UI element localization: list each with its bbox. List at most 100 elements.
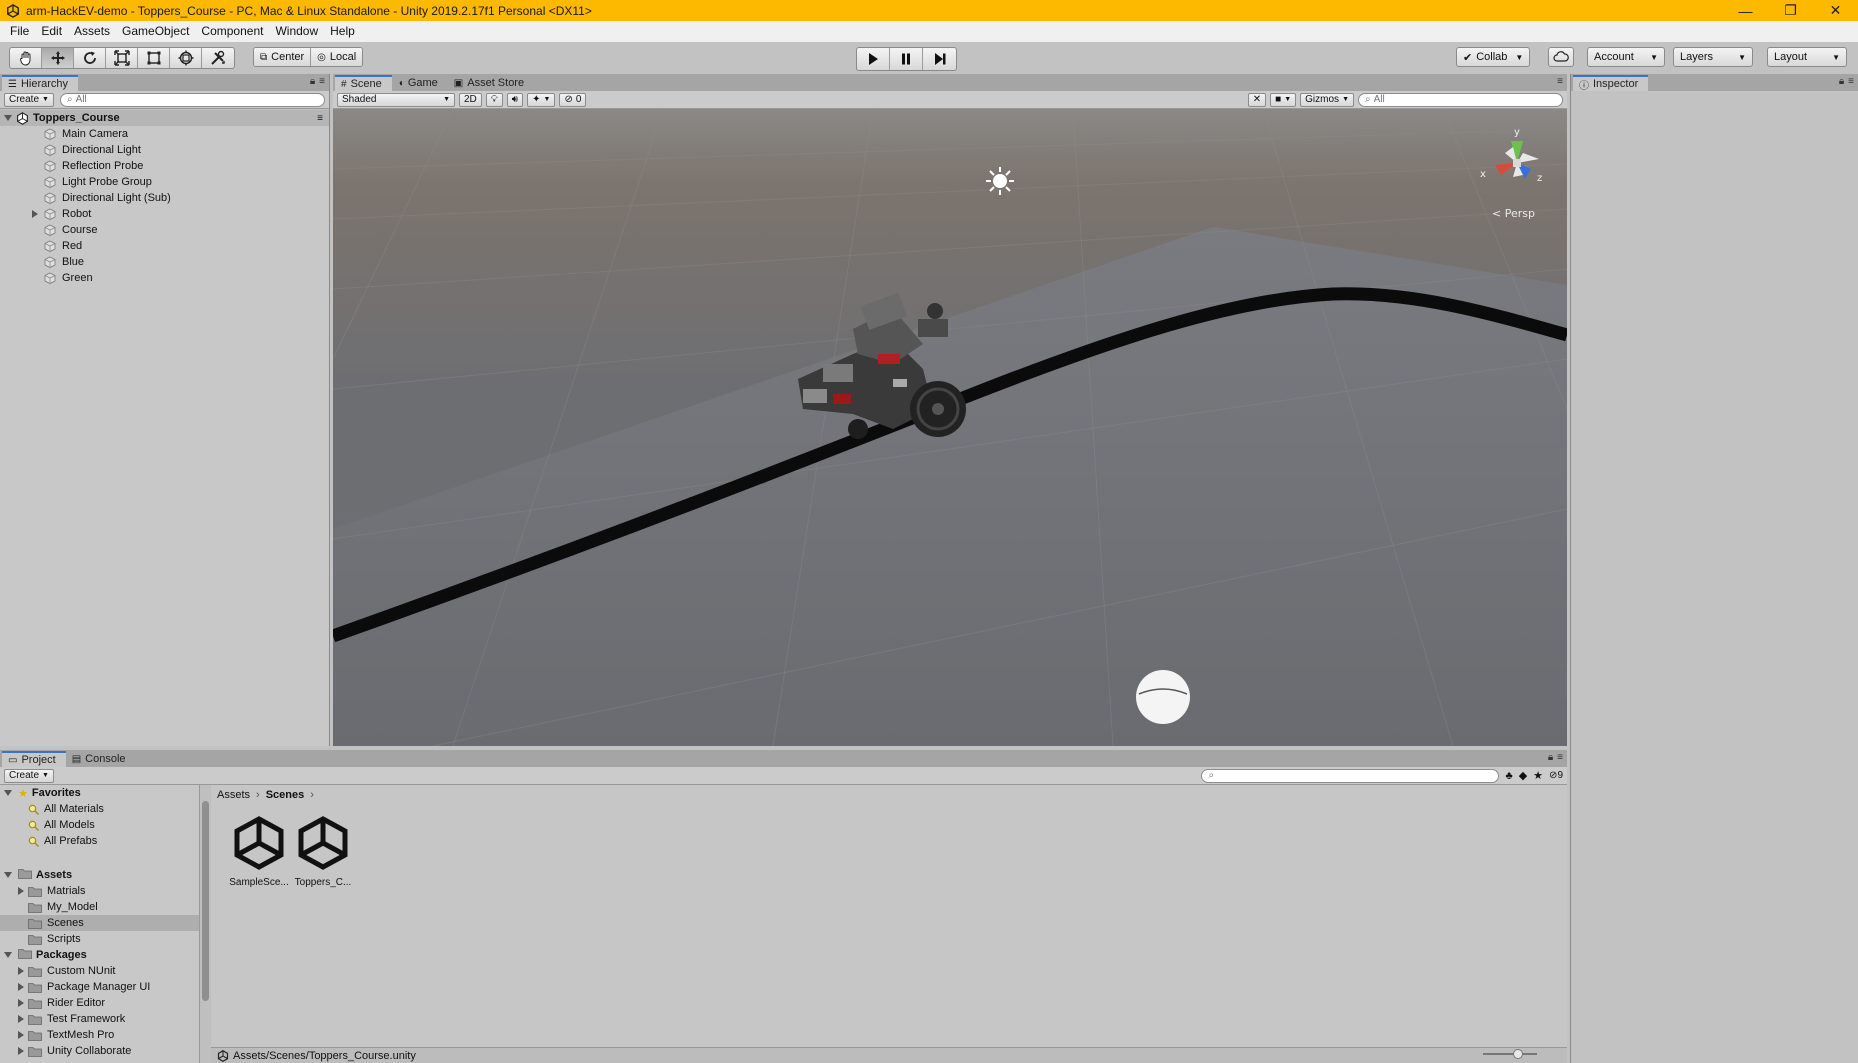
tree-section-header[interactable]: Assets: [0, 867, 199, 883]
hierarchy-item[interactable]: Directional Light (Sub): [0, 190, 329, 206]
hierarchy-search-input[interactable]: [75, 94, 324, 105]
lock-icon[interactable]: 🔒︎: [1839, 76, 1844, 87]
slider-knob[interactable]: [1513, 1049, 1523, 1059]
menu-window[interactable]: Window: [269, 21, 324, 42]
hierarchy-item[interactable]: Course: [0, 222, 329, 238]
scene-search-input[interactable]: [1373, 94, 1562, 105]
scene-viewport[interactable]: y x z < Persp: [333, 109, 1567, 746]
foldout-collapsed-icon[interactable]: [18, 967, 24, 975]
tree-item[interactable]: All Models: [0, 817, 199, 833]
panel-menu-icon[interactable]: ≡: [1557, 76, 1563, 87]
layout-dropdown[interactable]: Layout ▼: [1767, 47, 1847, 67]
filter-by-type-icon[interactable]: ♣: [1505, 770, 1512, 782]
scene-lighting-toggle[interactable]: 💡︎: [485, 92, 503, 107]
hierarchy-item[interactable]: Light Probe Group: [0, 174, 329, 190]
hidden-packages-toggle[interactable]: ⊘9: [1549, 770, 1563, 781]
foldout-collapsed-icon[interactable]: [18, 887, 24, 895]
hierarchy-item[interactable]: Main Camera: [0, 126, 329, 142]
foldout-collapsed-icon[interactable]: [18, 999, 24, 1007]
menu-assets[interactable]: Assets: [68, 21, 116, 42]
tab-scene[interactable]: # Scene: [335, 75, 392, 91]
tree-item[interactable]: Matrials: [0, 883, 199, 899]
foldout-expanded-icon[interactable]: [4, 872, 12, 878]
lock-icon[interactable]: 🔒︎: [1548, 752, 1553, 763]
move-tool-button[interactable]: [42, 48, 74, 68]
play-button[interactable]: [857, 48, 890, 70]
hidden-objects-toggle[interactable]: ⊘ 0: [559, 92, 587, 107]
scene-tools-toggle[interactable]: ✕: [1247, 92, 1267, 107]
cloud-button[interactable]: [1548, 47, 1574, 67]
project-search[interactable]: ⌕: [1201, 768, 1500, 783]
pivot-mode-button[interactable]: ⧉ Center: [254, 48, 312, 66]
hierarchy-item[interactable]: Directional Light: [0, 142, 329, 158]
close-button[interactable]: ✕: [1813, 0, 1858, 21]
tree-item[interactable]: Rider Editor: [0, 995, 199, 1011]
project-tree-scrollbar[interactable]: [200, 785, 211, 1063]
panel-menu-icon[interactable]: ≡: [1557, 752, 1563, 763]
foldout-collapsed-icon[interactable]: [18, 1031, 24, 1039]
foldout-collapsed-icon[interactable]: [18, 1047, 24, 1055]
breadcrumb-assets[interactable]: Assets: [217, 789, 250, 801]
step-button[interactable]: [923, 48, 956, 70]
tab-inspector[interactable]: ⓘ Inspector: [1573, 75, 1649, 92]
tab-asset-store[interactable]: ▣ Asset Store: [448, 75, 534, 91]
tree-section-header[interactable]: Packages: [0, 947, 199, 963]
custom-tool-button[interactable]: [202, 48, 234, 68]
tab-game[interactable]: ◖ Game: [392, 75, 448, 91]
project-search-input[interactable]: [1217, 770, 1499, 781]
foldout-collapsed-icon[interactable]: [18, 1015, 24, 1023]
tree-item[interactable]: Scripts: [0, 931, 199, 947]
tree-item[interactable]: All Materials: [0, 801, 199, 817]
tab-console[interactable]: ▤ Console: [66, 751, 136, 767]
tree-item[interactable]: Scenes: [0, 915, 199, 931]
restore-button[interactable]: ❐: [1768, 0, 1813, 21]
asset-toppers-course[interactable]: Toppers_C...: [285, 813, 361, 888]
draw-mode-dropdown[interactable]: Shaded ▼: [337, 92, 455, 107]
menu-gameobject[interactable]: GameObject: [116, 21, 195, 42]
filter-by-label-icon[interactable]: ◆: [1519, 769, 1527, 782]
hierarchy-item[interactable]: Green: [0, 270, 329, 286]
pivot-rotation-button[interactable]: ◎ Local: [311, 48, 363, 66]
tree-item[interactable]: Test Framework: [0, 1011, 199, 1027]
scene-effects-dropdown[interactable]: ✦ ▼: [527, 92, 556, 107]
menu-edit[interactable]: Edit: [35, 21, 68, 42]
account-dropdown[interactable]: Account ▼: [1587, 47, 1665, 67]
panel-menu-icon[interactable]: ≡: [1848, 76, 1854, 87]
rotate-tool-button[interactable]: [74, 48, 106, 68]
scale-tool-button[interactable]: [106, 48, 138, 68]
tree-item[interactable]: TextMesh Pro: [0, 1027, 199, 1043]
scrollbar-thumb[interactable]: [202, 801, 209, 1001]
hierarchy-item[interactable]: Reflection Probe: [0, 158, 329, 174]
tab-hierarchy[interactable]: ☰ Hierarchy: [2, 75, 79, 91]
rect-tool-button[interactable]: [138, 48, 170, 68]
tree-item[interactable]: My_Model: [0, 899, 199, 915]
projection-label[interactable]: < Persp: [1492, 207, 1535, 220]
hand-tool-button[interactable]: [10, 48, 42, 68]
panel-menu-icon[interactable]: ≡: [319, 76, 325, 87]
breadcrumb-scenes[interactable]: Scenes: [266, 789, 305, 801]
scene-camera-dropdown[interactable]: ■ ▼: [1270, 92, 1297, 107]
scene-audio-toggle[interactable]: 🔊︎: [506, 92, 524, 107]
foldout-collapsed-icon[interactable]: [18, 983, 24, 991]
transform-tool-button[interactable]: [170, 48, 202, 68]
scene-root-row[interactable]: Toppers_Course ≡: [0, 110, 329, 126]
scene-menu-icon[interactable]: ≡: [317, 113, 323, 124]
favorite-star-icon[interactable]: ★: [1533, 769, 1543, 782]
tree-item[interactable]: Unity Collaborate: [0, 1043, 199, 1059]
layers-dropdown[interactable]: Layers ▼: [1673, 47, 1753, 67]
lock-icon[interactable]: 🔒︎: [310, 76, 315, 87]
scene-search[interactable]: ⌕: [1358, 92, 1563, 107]
foldout-expanded-icon[interactable]: [4, 790, 12, 796]
mode-2d-toggle[interactable]: 2D: [459, 92, 482, 107]
icon-size-slider[interactable]: [1483, 1049, 1537, 1059]
menu-file[interactable]: File: [4, 21, 35, 42]
pause-button[interactable]: [890, 48, 923, 70]
hierarchy-item[interactable]: Robot: [0, 206, 329, 222]
hierarchy-search[interactable]: ⌕: [59, 92, 325, 107]
foldout-expanded-icon[interactable]: [4, 115, 12, 121]
project-create-button[interactable]: Create ▼: [4, 768, 54, 783]
collab-button[interactable]: ✔ Collab ▼: [1456, 47, 1531, 67]
gizmos-dropdown[interactable]: Gizmos ▼: [1300, 92, 1354, 107]
tree-item[interactable]: All Prefabs: [0, 833, 199, 849]
hierarchy-item[interactable]: Blue: [0, 254, 329, 270]
